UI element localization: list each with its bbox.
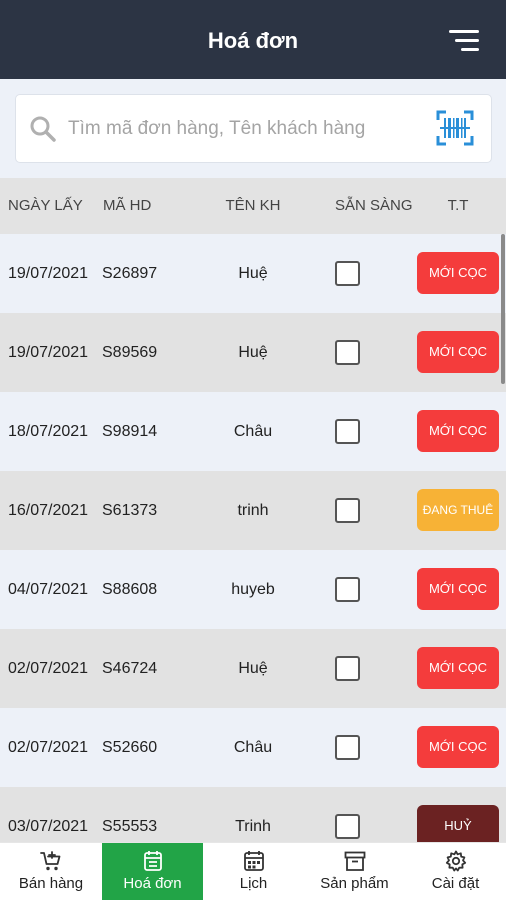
invoice-code: S89569: [102, 344, 158, 361]
table-row[interactable]: 16/07/2021 S61373 trinh ĐANG THUÊ: [0, 471, 506, 550]
ready-checkbox[interactable]: [335, 814, 360, 839]
column-header-date[interactable]: NGÀY LẤY: [8, 178, 83, 234]
pickup-date: 19/07/2021: [8, 344, 89, 361]
page-title: Hoá đơn: [207, 28, 299, 53]
ready-checkbox[interactable]: [335, 498, 360, 523]
invoice-code: S61373: [102, 502, 158, 519]
ready-checkbox[interactable]: [335, 261, 360, 286]
customer-name: Huệ: [238, 265, 268, 282]
table-row[interactable]: 02/07/2021 S46724 Huệ MỚI CỌC: [0, 629, 506, 708]
search-box: [15, 94, 492, 163]
invoice-code: S52660: [102, 739, 158, 756]
column-header-status[interactable]: T.T: [417, 178, 499, 234]
table-row[interactable]: 02/07/2021 S52660 Châu MỚI CỌC: [0, 708, 506, 787]
status-badge[interactable]: ĐANG THUÊ: [417, 489, 499, 531]
ready-checkbox[interactable]: [335, 419, 360, 444]
nav-label: Sản phẩm: [320, 875, 389, 892]
app-header: Hoá đơn: [0, 0, 506, 79]
customer-name: Châu: [233, 423, 273, 440]
table-row[interactable]: 19/07/2021 S89569 Huệ MỚI CỌC: [0, 313, 506, 392]
ready-checkbox[interactable]: [335, 577, 360, 602]
status-badge[interactable]: MỚI CỌC: [417, 410, 499, 452]
search-input[interactable]: [68, 107, 420, 151]
customer-name: trinh: [237, 502, 269, 519]
status-badge[interactable]: MỚI CỌC: [417, 252, 499, 294]
nav-item-settings[interactable]: Cài đặt: [405, 843, 506, 900]
menu-icon[interactable]: [449, 30, 479, 52]
search-icon: [30, 116, 56, 142]
status-badge[interactable]: HUỶ: [417, 805, 499, 847]
calendar-icon: [243, 851, 264, 871]
column-header-customer[interactable]: TÊN KH: [195, 178, 311, 234]
nav-item-sales[interactable]: Bán hàng: [0, 843, 102, 900]
table-row[interactable]: 18/07/2021 S98914 Châu MỚI CỌC: [0, 392, 506, 471]
status-badge[interactable]: MỚI CỌC: [417, 568, 499, 610]
nav-item-invoices[interactable]: Hoá đơn: [102, 843, 203, 900]
ready-checkbox[interactable]: [335, 735, 360, 760]
pickup-date: 02/07/2021: [8, 660, 89, 677]
invoice-code: S88608: [102, 581, 158, 598]
customer-name: Huệ: [238, 344, 268, 361]
nav-item-calendar[interactable]: Lịch: [203, 843, 304, 900]
pickup-date: 19/07/2021: [8, 265, 89, 282]
cart-icon: [40, 851, 61, 871]
ready-checkbox[interactable]: [335, 340, 360, 365]
table-row[interactable]: 19/07/2021 S26897 Huệ MỚI CỌC: [0, 234, 506, 313]
status-badge[interactable]: MỚI CỌC: [417, 647, 499, 689]
invoice-code: S98914: [102, 423, 158, 440]
scrollbar[interactable]: [501, 234, 505, 384]
invoice-list: 19/07/2021 S26897 Huệ MỚI CỌC 19/07/2021…: [0, 234, 506, 866]
barcode-scan-icon[interactable]: [436, 110, 474, 146]
nav-label: Hoá đơn: [123, 875, 182, 892]
invoice-code: S46724: [102, 660, 158, 677]
nav-label: Cài đặt: [431, 875, 480, 892]
status-badge[interactable]: MỚI CỌC: [417, 331, 499, 373]
pickup-date: 18/07/2021: [8, 423, 89, 440]
pickup-date: 16/07/2021: [8, 502, 89, 519]
search-area: [0, 79, 506, 178]
customer-name: Châu: [233, 739, 273, 756]
archive-box-icon: [344, 851, 365, 871]
pickup-date: 02/07/2021: [8, 739, 89, 756]
nav-label: Bán hàng: [18, 875, 84, 892]
gear-icon: [445, 850, 466, 872]
nav-item-products[interactable]: Sản phẩm: [304, 843, 405, 900]
column-header-code[interactable]: MÃ HD: [103, 178, 151, 234]
column-header-ready[interactable]: SẴN SÀNG: [335, 178, 413, 234]
customer-name: huyeb: [231, 581, 275, 598]
customer-name: Huệ: [238, 660, 268, 677]
invoice-icon: [143, 851, 162, 871]
table-header: NGÀY LẤY MÃ HD TÊN KH SẴN SÀNG T.T: [0, 178, 506, 234]
table-row[interactable]: 04/07/2021 S88608 huyeb MỚI CỌC: [0, 550, 506, 629]
status-badge[interactable]: MỚI CỌC: [417, 726, 499, 768]
nav-label: Lịch: [239, 875, 268, 892]
invoice-code: S26897: [102, 265, 158, 282]
bottom-nav: Bán hàng Hoá đơn Lịch Sản phẩm Cài đặt: [0, 842, 506, 900]
pickup-date: 04/07/2021: [8, 581, 89, 598]
ready-checkbox[interactable]: [335, 656, 360, 681]
